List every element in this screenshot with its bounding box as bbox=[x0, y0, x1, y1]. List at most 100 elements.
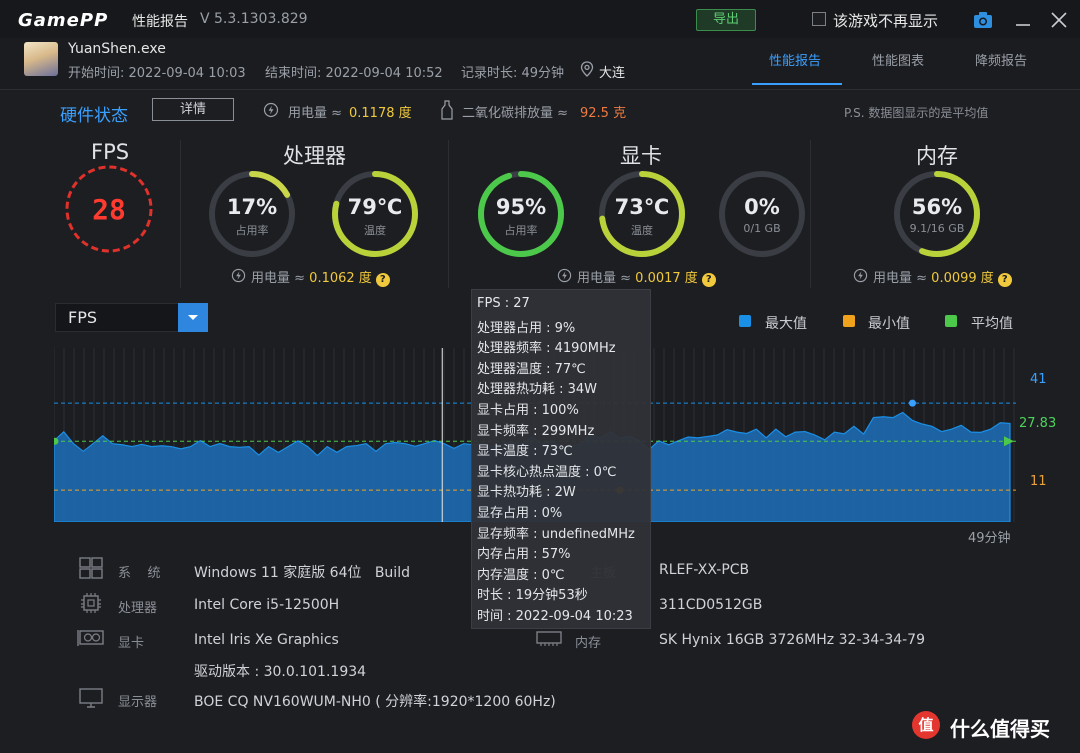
memory-power-label: 用电量 ≈ bbox=[873, 271, 928, 286]
game-avatar bbox=[24, 42, 58, 76]
gpu-temp-label: 温度 bbox=[631, 224, 653, 237]
location-pin-icon bbox=[580, 61, 594, 77]
tab-throttle-report[interactable]: 降频报告 bbox=[975, 50, 1027, 69]
gpu-value: Intel Iris Xe Graphics bbox=[194, 632, 339, 648]
cpu-label: 处理器 bbox=[118, 601, 158, 616]
power-icon bbox=[263, 102, 279, 118]
cpu-temp-label: 温度 bbox=[364, 224, 386, 237]
record-duration: 记录时长: 49分钟 bbox=[461, 66, 565, 81]
app-title: 性能报告 bbox=[132, 14, 188, 30]
memory-stick-icon bbox=[536, 631, 562, 646]
avg-value-label: 27.83 bbox=[1019, 416, 1057, 431]
gpu-temp-value: 73℃ bbox=[614, 195, 670, 219]
help-icon[interactable]: ? bbox=[701, 273, 716, 287]
start-time: 开始时间: 2022-09-04 10:03 bbox=[68, 66, 246, 81]
tooltip-line: 处理器占用 : 9% bbox=[477, 320, 576, 336]
minimize-icon[interactable] bbox=[1012, 10, 1034, 30]
cpu-power-label: 用电量 ≈ bbox=[251, 271, 306, 286]
cpu-section-title: 处理器 bbox=[283, 144, 346, 168]
metric-select-value: FPS bbox=[68, 308, 98, 327]
gpu-power-value: 0.0017 度 bbox=[635, 271, 698, 286]
game-exe-name: YuanShen.exe bbox=[68, 41, 166, 57]
co2-bottle-icon bbox=[441, 100, 453, 120]
power-icon bbox=[853, 268, 868, 283]
cpu-usage-label: 占用率 bbox=[235, 224, 269, 237]
memory-power: 用电量 ≈ 0.0099 度? bbox=[873, 267, 1012, 287]
tooltip-line: 显卡温度 : 73℃ bbox=[477, 444, 573, 460]
gpu-power: 用电量 ≈ 0.0017 度? bbox=[577, 267, 716, 287]
tooltip-line: 处理器热功耗 : 34W bbox=[477, 382, 598, 398]
tooltip-line: 内存占用 : 57% bbox=[477, 547, 571, 563]
display-label: 显示器 bbox=[118, 695, 158, 710]
gpu-label: 显卡 bbox=[118, 636, 145, 651]
active-tab-indicator bbox=[752, 83, 842, 85]
fps-value: 28 bbox=[92, 193, 126, 226]
total-power-value: 0.1178 度 bbox=[349, 106, 412, 121]
legend-min-swatch bbox=[843, 315, 855, 327]
chart-tooltip: FPS : 27 处理器占用 : 9% 处理器频率 : 4190MHz 处理器温… bbox=[471, 289, 651, 629]
help-icon[interactable]: ? bbox=[997, 273, 1012, 287]
legend-avg-label: 平均值 bbox=[971, 316, 1013, 332]
tooltip-line: 显存频率 : undefinedMHz bbox=[477, 526, 635, 542]
tooltip-line: 显卡占用 : 100% bbox=[477, 402, 579, 418]
vram-label: 0/1 GB bbox=[743, 222, 781, 235]
memory-usage-value: 56% bbox=[911, 195, 963, 219]
ram-value: SK Hynix 16GB 3726MHz 32-34-34-79 bbox=[659, 632, 925, 648]
tooltip-line: 内存温度 : 0℃ bbox=[477, 567, 565, 583]
power-icon bbox=[557, 268, 572, 283]
os-value: Windows 11 家庭版 64位 Build bbox=[194, 565, 410, 581]
storage-value: 311CD0512GB bbox=[659, 597, 763, 613]
driver-version: 驱动版本 : 30.0.101.1934 bbox=[194, 664, 367, 680]
divider bbox=[448, 140, 449, 288]
tooltip-line: 显存占用 : 0% bbox=[477, 505, 563, 521]
chart-duration-label: 49分钟 bbox=[968, 531, 1011, 546]
min-value-label: 11 bbox=[1030, 474, 1047, 489]
chart-average-note: P.S. 数据图显示的是平均值 bbox=[844, 106, 989, 120]
legend-max-label: 最大值 bbox=[765, 316, 807, 332]
app-version: V 5.3.1303.829 bbox=[200, 11, 308, 27]
legend-min-label: 最小值 bbox=[868, 316, 910, 332]
total-power-label: 用电量 ≈ bbox=[288, 106, 343, 121]
gpu-usage-label: 占用率 bbox=[504, 224, 538, 237]
gpu-power-label: 用电量 ≈ bbox=[577, 271, 632, 286]
detail-button[interactable]: 详情 bbox=[152, 98, 234, 121]
max-value-label: 41 bbox=[1030, 372, 1047, 387]
dont-show-label: 该游戏不再显示 bbox=[833, 12, 939, 30]
co2-value: 92.5 克 bbox=[580, 106, 627, 121]
close-icon[interactable] bbox=[1048, 10, 1070, 30]
cpu-usage-value: 17% bbox=[226, 195, 278, 219]
gpu-section-title: 显卡 bbox=[620, 144, 662, 168]
camera-icon[interactable] bbox=[972, 10, 994, 30]
tooltip-line: FPS : 27 bbox=[477, 296, 530, 311]
tooltip-line: 显卡频率 : 299MHz bbox=[477, 423, 595, 439]
memory-power-value: 0.0099 度 bbox=[931, 271, 994, 286]
graphics-card-icon bbox=[77, 630, 104, 646]
fps-section-title: FPS bbox=[91, 140, 130, 164]
watermark-text: 什么值得买 bbox=[950, 717, 1050, 741]
watermark-logo: 值 bbox=[912, 711, 940, 739]
help-icon[interactable]: ? bbox=[375, 273, 390, 287]
cpu-chip-icon bbox=[81, 593, 101, 613]
fps-gauge: 28 bbox=[65, 165, 153, 253]
divider bbox=[810, 140, 811, 288]
cpu-temp-value: 79℃ bbox=[347, 195, 403, 219]
ram-label: 内存 bbox=[575, 636, 602, 651]
chevron-down-icon[interactable] bbox=[178, 303, 208, 332]
tooltip-line: 显卡核心热点温度 : 0℃ bbox=[477, 464, 617, 480]
tab-performance-report[interactable]: 性能报告 bbox=[769, 50, 821, 69]
cpu-value: Intel Core i5-12500H bbox=[194, 597, 340, 613]
power-icon bbox=[231, 268, 246, 283]
memory-usage-label: 9.1/16 GB bbox=[909, 222, 965, 235]
tooltip-line: 显卡热功耗 : 2W bbox=[477, 485, 576, 501]
export-button[interactable]: 导出 bbox=[696, 9, 756, 31]
tooltip-line: 时长 : 19分钟53秒 bbox=[477, 588, 588, 604]
app-logo: GamePP bbox=[18, 10, 109, 31]
watermark-logo-char: 值 bbox=[918, 716, 934, 734]
memory-section-title: 内存 bbox=[916, 144, 958, 168]
windows-icon bbox=[79, 557, 103, 579]
location-text: 大连 bbox=[599, 66, 626, 81]
co2-label: 二氧化碳排放量 ≈ bbox=[462, 106, 569, 121]
max-point bbox=[908, 399, 916, 407]
tab-performance-chart[interactable]: 性能图表 bbox=[872, 50, 924, 69]
dont-show-checkbox[interactable] bbox=[812, 12, 826, 26]
